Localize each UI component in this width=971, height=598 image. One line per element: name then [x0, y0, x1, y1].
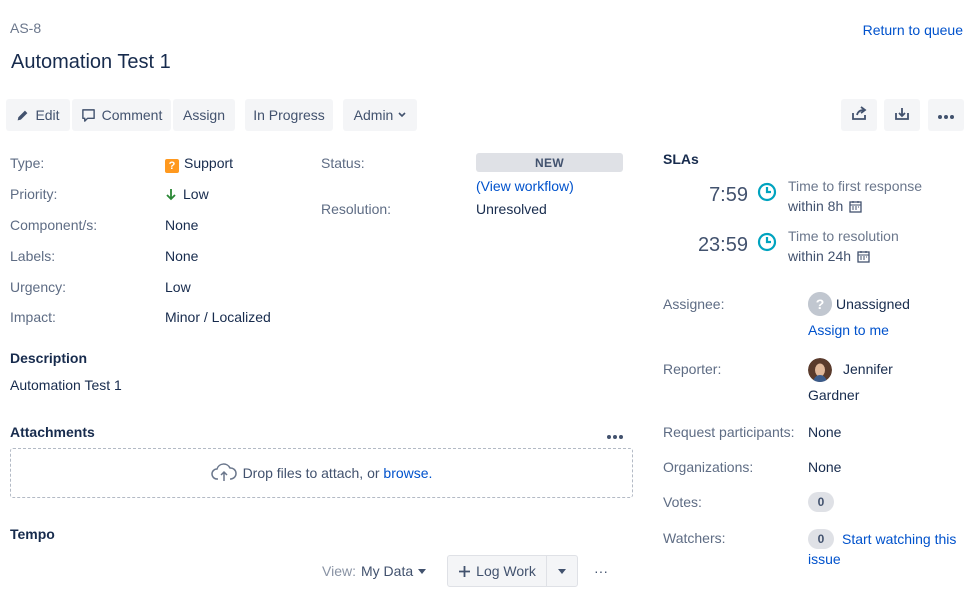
- caret-down-icon: [418, 568, 427, 574]
- sla-name-resolution: Time to resolution: [788, 228, 899, 244]
- type-value: ? Support: [165, 155, 233, 173]
- status-label: Status:: [321, 155, 365, 171]
- sla-within-first-response: within 8h: [788, 198, 862, 214]
- status-badge: NEW: [476, 153, 623, 172]
- organizations-label: Organizations:: [663, 459, 754, 475]
- reporter-first-name[interactable]: Jennifer: [843, 361, 893, 377]
- in-progress-button[interactable]: In Progress: [245, 99, 333, 131]
- sla-time-first-response: 7:59: [709, 184, 748, 206]
- assign-to-me-link[interactable]: Assign to me: [808, 322, 889, 338]
- chevron-down-icon: [398, 112, 406, 118]
- comment-icon: [81, 108, 96, 123]
- sla-within-text: within 8h: [788, 198, 844, 214]
- attachments-more-button[interactable]: [606, 427, 624, 443]
- reporter-label: Reporter:: [663, 361, 722, 377]
- votes-label: Votes:: [663, 494, 702, 510]
- pencil-icon: [16, 109, 29, 122]
- sla-time-resolution: 23:59: [697, 234, 748, 256]
- caret-down-icon: [558, 568, 566, 574]
- slas-heading: SLAs: [663, 151, 699, 167]
- cloud-upload-icon: [210, 463, 243, 483]
- comment-button[interactable]: Comment: [72, 99, 171, 131]
- watchers-count[interactable]: 0: [808, 529, 834, 549]
- organizations-value[interactable]: None: [808, 459, 841, 475]
- plus-icon: [458, 565, 471, 578]
- calendar-icon: [849, 200, 862, 213]
- log-work-button[interactable]: Log Work: [448, 556, 547, 586]
- resolution-value: Unresolved: [476, 201, 547, 217]
- sla-name-first-response: Time to first response: [788, 178, 923, 194]
- start-watching-link[interactable]: Start watching this: [842, 531, 956, 547]
- return-to-queue-link[interactable]: Return to queue: [863, 22, 963, 38]
- resolution-label: Resolution:: [321, 201, 392, 217]
- start-watching-link-cont[interactable]: issue: [808, 551, 841, 567]
- admin-label: Admin: [353, 107, 394, 123]
- description-text[interactable]: Automation Test 1: [10, 377, 122, 393]
- unassigned-avatar-icon: ?: [808, 292, 832, 316]
- assignee-label: Assignee:: [663, 296, 725, 312]
- type-label: Type:: [10, 155, 45, 171]
- clock-icon: [757, 182, 777, 205]
- edit-label: Edit: [35, 107, 60, 123]
- participants-label: Request participants:: [663, 424, 795, 440]
- assignee-value[interactable]: Unassigned: [836, 296, 910, 312]
- view-dropdown[interactable]: My Data: [361, 563, 427, 579]
- view-workflow-link[interactable]: (View workflow): [476, 178, 574, 194]
- reporter-last-name[interactable]: Gardner: [808, 387, 859, 403]
- share-button[interactable]: [841, 99, 877, 131]
- log-work-label: Log Work: [476, 563, 536, 579]
- tempo-heading: Tempo: [10, 526, 55, 542]
- components-label: Component/s:: [10, 217, 98, 233]
- votes-count[interactable]: 0: [808, 492, 834, 512]
- priority-text: Low: [183, 186, 209, 202]
- sla-within-resolution: within 24h: [788, 248, 870, 264]
- in-progress-label: In Progress: [253, 107, 325, 123]
- view-value: My Data: [361, 563, 414, 579]
- browse-link[interactable]: browse.: [383, 465, 432, 481]
- more-icon: [606, 434, 624, 440]
- drop-text: Drop files to attach, or: [242, 465, 384, 481]
- priority-label: Priority:: [10, 186, 58, 202]
- tempo-more-button[interactable]: ···: [594, 563, 608, 579]
- comment-label: Comment: [101, 107, 163, 123]
- arrow-down-icon: [165, 188, 177, 201]
- calendar-icon: [857, 250, 870, 263]
- more-actions-button[interactable]: [928, 99, 964, 131]
- assign-label: Assign: [182, 107, 226, 123]
- impact-value[interactable]: Minor / Localized: [165, 309, 271, 325]
- assign-button[interactable]: Assign: [173, 99, 235, 131]
- impact-label: Impact:: [10, 309, 56, 325]
- labels-value[interactable]: None: [165, 248, 198, 264]
- type-text: Support: [184, 155, 234, 171]
- more-icon: [937, 107, 955, 123]
- share-icon: [850, 105, 868, 125]
- priority-value: Low: [165, 186, 209, 202]
- description-heading: Description: [10, 350, 88, 366]
- labels-label: Labels:: [10, 248, 56, 264]
- reporter-avatar[interactable]: [808, 358, 832, 382]
- svg-text:?: ?: [816, 296, 825, 312]
- export-icon: [893, 106, 911, 125]
- urgency-value[interactable]: Low: [165, 279, 191, 295]
- clock-icon: [757, 232, 777, 255]
- components-value[interactable]: None: [165, 217, 198, 233]
- edit-button[interactable]: Edit: [6, 99, 70, 131]
- urgency-label: Urgency:: [10, 279, 67, 295]
- participants-value[interactable]: None: [808, 424, 841, 440]
- page-title[interactable]: Automation Test 1: [11, 51, 171, 74]
- sla-within-text: within 24h: [788, 248, 852, 264]
- question-icon: ?: [165, 159, 179, 173]
- attachments-heading: Attachments: [10, 424, 95, 440]
- export-button[interactable]: [884, 99, 920, 131]
- log-work-dropdown[interactable]: [547, 556, 577, 586]
- issue-key[interactable]: AS-8: [10, 20, 41, 36]
- watchers-label: Watchers:: [663, 530, 726, 546]
- admin-dropdown[interactable]: Admin: [343, 99, 417, 131]
- log-work-button-group: Log Work: [447, 555, 578, 587]
- attachment-drop-zone[interactable]: Drop files to attach, or browse.: [10, 448, 633, 498]
- view-label: View:: [322, 563, 356, 579]
